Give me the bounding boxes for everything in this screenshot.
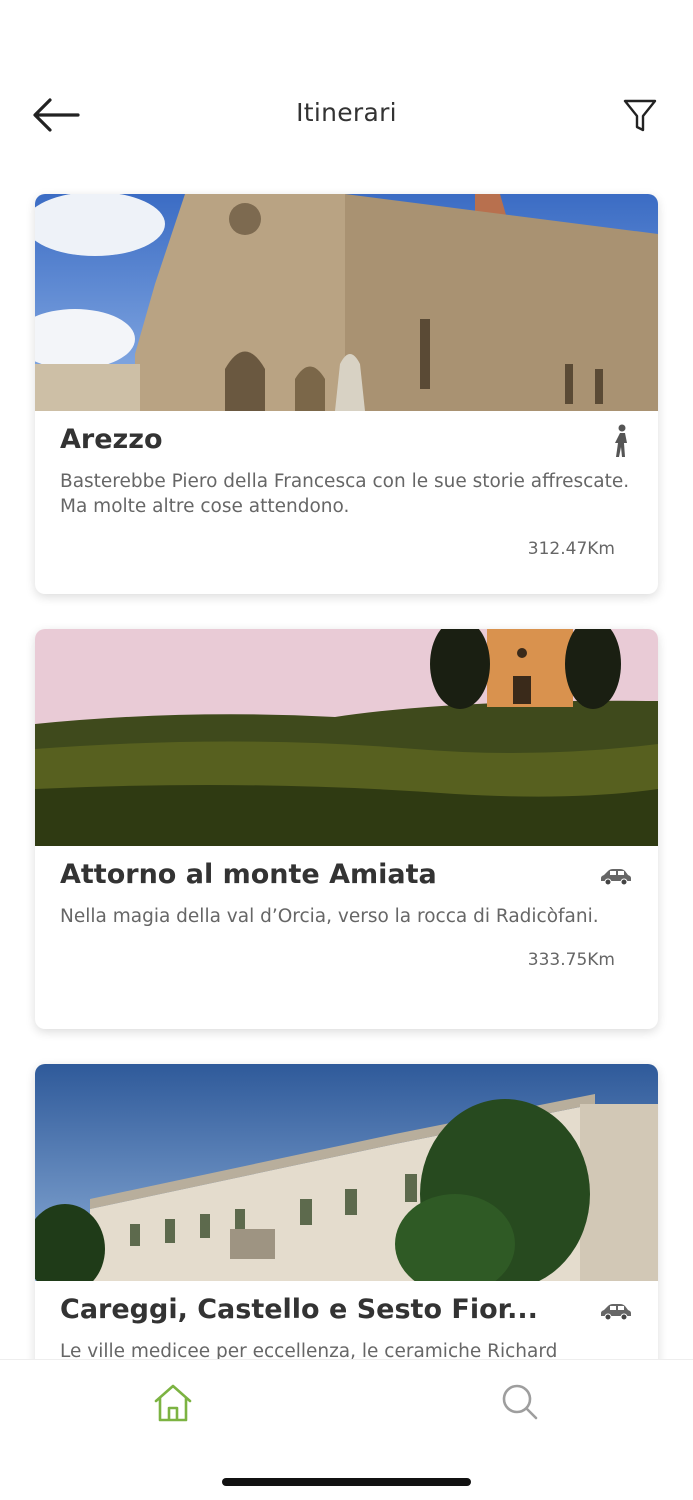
itinerary-card-amiata[interactable]: Attorno al monte Amiata Nella magia dell… (35, 629, 658, 1029)
itinerary-image (35, 629, 658, 846)
tab-search[interactable] (500, 1382, 544, 1426)
itinerary-title: Arezzo (60, 424, 163, 455)
top-bar: Itinerari (0, 0, 693, 175)
tab-home[interactable] (152, 1382, 196, 1426)
itinerary-distance: 312.47Km (527, 539, 615, 559)
itinerary-distance: 333.75Km (527, 950, 615, 970)
filter-button[interactable] (620, 95, 664, 139)
itinerary-title: Attorno al monte Amiata (60, 859, 437, 890)
filter-funnel-icon (623, 99, 657, 132)
home-icon (154, 1384, 192, 1422)
itinerary-description: Nella magia della val d’Orcia, verso la … (60, 906, 599, 927)
home-indicator (222, 1478, 471, 1486)
itinerary-card-arezzo[interactable]: Arezzo Basterebbe Piero della Francesca … (35, 194, 658, 594)
itinerary-description: Basterebbe Piero della Francesca con le … (60, 471, 630, 517)
itinerary-card-careggi[interactable]: Careggi, Castello e Sesto Fior... Le vil… (35, 1064, 658, 1394)
page-title: Itinerari (296, 98, 397, 127)
search-icon (502, 1384, 538, 1420)
car-icon (601, 1304, 631, 1321)
itinerary-image (35, 194, 658, 411)
walking-icon (615, 424, 627, 457)
car-icon (601, 869, 631, 886)
itinerary-title: Careggi, Castello e Sesto Fior... (60, 1294, 538, 1325)
itinerary-image (35, 1064, 658, 1281)
